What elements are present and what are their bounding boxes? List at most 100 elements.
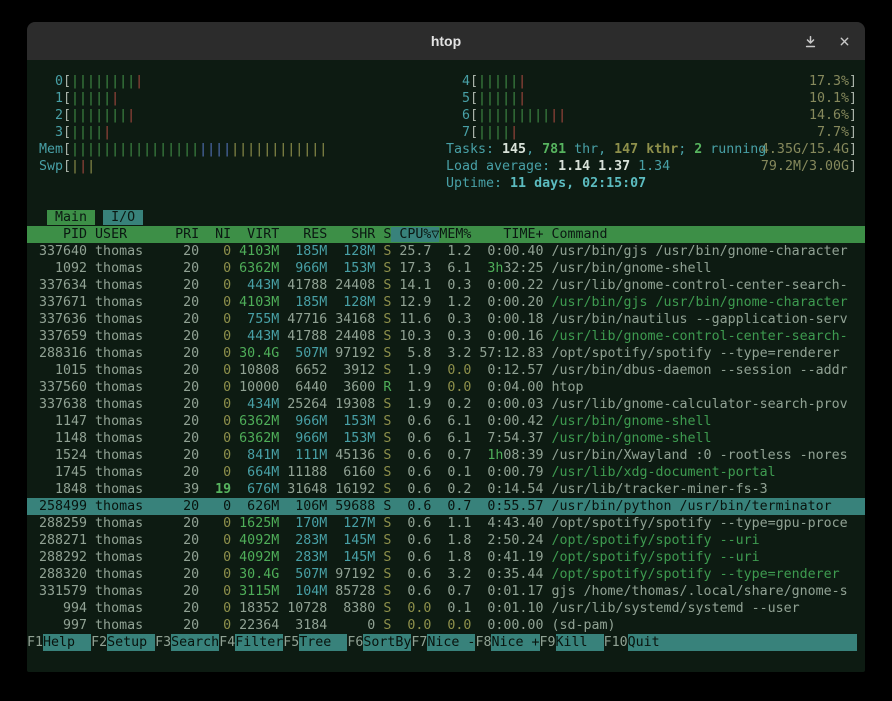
cell-virt: 30.4G — [231, 346, 279, 361]
process-row-337560[interactable]: 337560 thomas 20 0 10000 6440 3600 R 1.9… — [39, 379, 857, 396]
fkey-action-filter[interactable]: Filter — [235, 634, 283, 651]
tab-io[interactable]: I/O — [103, 210, 143, 225]
window-title: htop — [431, 33, 461, 49]
cell-time-pad — [471, 380, 487, 395]
cell-time-pad — [471, 261, 487, 276]
column-header-time[interactable]: TIME+ — [471, 227, 543, 242]
cell-cpu: 10.3 — [391, 329, 431, 344]
tab-main[interactable]: Main — [47, 210, 95, 225]
function-key-bar: F1Help F2Setup F3SearchF4FilterF5Tree F6… — [27, 634, 857, 651]
process-row-337638[interactable]: 337638 thomas 20 0 434M 25264 19308 S 1.… — [39, 396, 857, 413]
fkey-action-nice-[interactable]: Nice - — [427, 634, 475, 651]
cell-state: S — [375, 261, 391, 276]
process-row-337659[interactable]: 337659 thomas 20 0 443M 41788 24408 S 10… — [39, 328, 857, 345]
cell-res: 170M — [279, 516, 327, 531]
process-row-288320[interactable]: 288320 thomas 20 0 30.4G 507M 97192 S 0.… — [39, 566, 857, 583]
column-header-cpu[interactable]: CPU% — [391, 227, 431, 242]
process-row-1848[interactable]: 1848 thomas 39 19 676M 31648 16192 S 0.6… — [39, 481, 857, 498]
fkey-action-setup[interactable]: Setup — [107, 634, 155, 651]
column-header-mem[interactable]: MEM% — [439, 227, 471, 242]
bar-segment: |||| — [199, 142, 231, 157]
process-row-1092[interactable]: 1092 thomas 20 0 6362M 966M 153M S 17.3 … — [39, 260, 857, 277]
cell-cpu: 0.6 — [391, 499, 431, 514]
fkey-action-search[interactable]: Search — [171, 634, 219, 651]
load-text: Load average: — [446, 158, 558, 175]
cell-virt: 3115M — [231, 584, 279, 599]
cell-shr: 45136 — [327, 448, 375, 463]
cell-time-hours: 3h — [487, 261, 503, 276]
process-row-337634[interactable]: 337634 thomas 20 0 443M 41788 24408 S 14… — [39, 277, 857, 294]
download-icon[interactable] — [803, 34, 817, 48]
cell-user: thomas — [87, 482, 175, 497]
meter-label: 0 — [39, 73, 63, 90]
fkey-f2: F2 — [91, 634, 107, 651]
process-row-331579[interactable]: 331579 thomas 20 0 3115M 104M 85728 S 0.… — [39, 583, 857, 600]
column-header-cmd[interactable]: Command — [543, 227, 855, 242]
process-row-1015[interactable]: 1015 thomas 20 0 10808 6652 3912 S 1.9 0… — [39, 362, 857, 379]
process-row-337671[interactable]: 337671 thomas 20 0 4103M 185M 128M S 12.… — [39, 294, 857, 311]
cell-shr: 8380 — [327, 601, 375, 616]
cell-pri: 20 — [175, 261, 199, 276]
cell-time: 57:12.83 — [479, 346, 543, 361]
cell-time: 0:00.18 — [487, 312, 543, 327]
bar-segment: |||||||||||||||| — [71, 142, 199, 157]
process-row-288259[interactable]: 288259 thomas 20 0 1625M 170M 127M S 0.6… — [39, 515, 857, 532]
process-row-1148[interactable]: 1148 thomas 20 0 6362M 966M 153M S 0.6 6… — [39, 430, 857, 447]
tasks-text: ; — [678, 141, 694, 158]
fkey-action-nice+[interactable]: Nice + — [491, 634, 539, 651]
column-header-user[interactable]: USER — [87, 227, 175, 242]
process-row-1147[interactable]: 1147 thomas 20 0 6362M 966M 153M S 0.6 6… — [39, 413, 857, 430]
process-row-1524[interactable]: 1524 thomas 20 0 841M 111M 45136 S 0.6 0… — [39, 447, 857, 464]
cell-mem: 1.1 — [431, 516, 471, 531]
column-header-virt[interactable]: VIRT — [231, 227, 279, 242]
column-header-ni[interactable]: NI — [199, 227, 231, 242]
meter-label: 2 — [39, 107, 63, 124]
close-icon[interactable] — [837, 34, 851, 48]
column-header-res[interactable]: RES — [279, 227, 327, 242]
bar-segment: ||||| — [478, 91, 518, 106]
cell-cpu: 0.6 — [391, 533, 431, 548]
cell-pri: 20 — [175, 244, 199, 259]
column-header-pid[interactable]: PID — [39, 227, 87, 242]
process-row-337640[interactable]: 337640 thomas 20 0 4103M 185M 128M S 25.… — [39, 243, 857, 260]
process-row-997[interactable]: 997 thomas 20 0 22364 3184 0 S 0.0 0.0 0… — [39, 617, 857, 634]
process-row-288271[interactable]: 288271 thomas 20 0 4092M 283M 145M S 0.6… — [39, 532, 857, 549]
cell-time: 0:00.79 — [487, 465, 543, 480]
fkey-action-sortby[interactable]: SortBy — [363, 634, 411, 651]
cell-pid: 337671 — [39, 295, 87, 310]
process-row-994[interactable]: 994 thomas 20 0 18352 10728 8380 S 0.0 0… — [39, 600, 857, 617]
process-row-288316[interactable]: 288316 thomas 20 0 30.4G 507M 97192 S 5.… — [39, 345, 857, 362]
column-header-pri[interactable]: PRI — [175, 227, 199, 242]
cell-ni: 0 — [199, 584, 231, 599]
cell-command: /opt/spotify/spotify --uri — [543, 550, 759, 565]
column-header-shr[interactable]: SHR — [327, 227, 375, 242]
cell-mem: 3.2 — [431, 567, 471, 582]
bar-segment: | — [135, 74, 143, 89]
titlebar[interactable]: htop — [27, 22, 865, 60]
cell-virt: 6362M — [231, 414, 279, 429]
cell-shr: 153M — [327, 431, 375, 446]
cell-virt: 626M — [231, 499, 279, 514]
cell-user: thomas — [87, 278, 175, 293]
cell-cpu: 0.6 — [391, 431, 431, 446]
cell-pid: 288292 — [39, 550, 87, 565]
process-row-258499[interactable]: 258499 thomas 20 0 626M 106M 59688 S 0.6… — [27, 498, 865, 515]
cell-pri: 20 — [175, 499, 199, 514]
cell-user: thomas — [87, 533, 175, 548]
cell-shr: 97192 — [327, 567, 375, 582]
cell-user: thomas — [87, 397, 175, 412]
cell-pid: 337659 — [39, 329, 87, 344]
column-header-s[interactable]: S — [375, 227, 391, 242]
fkey-action-kill[interactable]: Kill — [556, 634, 604, 651]
bar-segment: | — [518, 74, 526, 89]
process-row-288292[interactable]: 288292 thomas 20 0 4092M 283M 145M S 0.6… — [39, 549, 857, 566]
fkey-action-tree[interactable]: Tree — [299, 634, 347, 651]
fkey-action-quit[interactable]: Quit — [628, 634, 857, 651]
meter-bracket: [ — [470, 90, 478, 107]
cell-ni: 0 — [199, 601, 231, 616]
process-row-337636[interactable]: 337636 thomas 20 0 755M 47716 34168 S 11… — [39, 311, 857, 328]
cell-cpu: 0.6 — [391, 448, 431, 463]
fkey-action-help[interactable]: Help — [43, 634, 91, 651]
process-row-1745[interactable]: 1745 thomas 20 0 664M 11188 6160 S 0.6 0… — [39, 464, 857, 481]
cell-shr: 145M — [327, 533, 375, 548]
